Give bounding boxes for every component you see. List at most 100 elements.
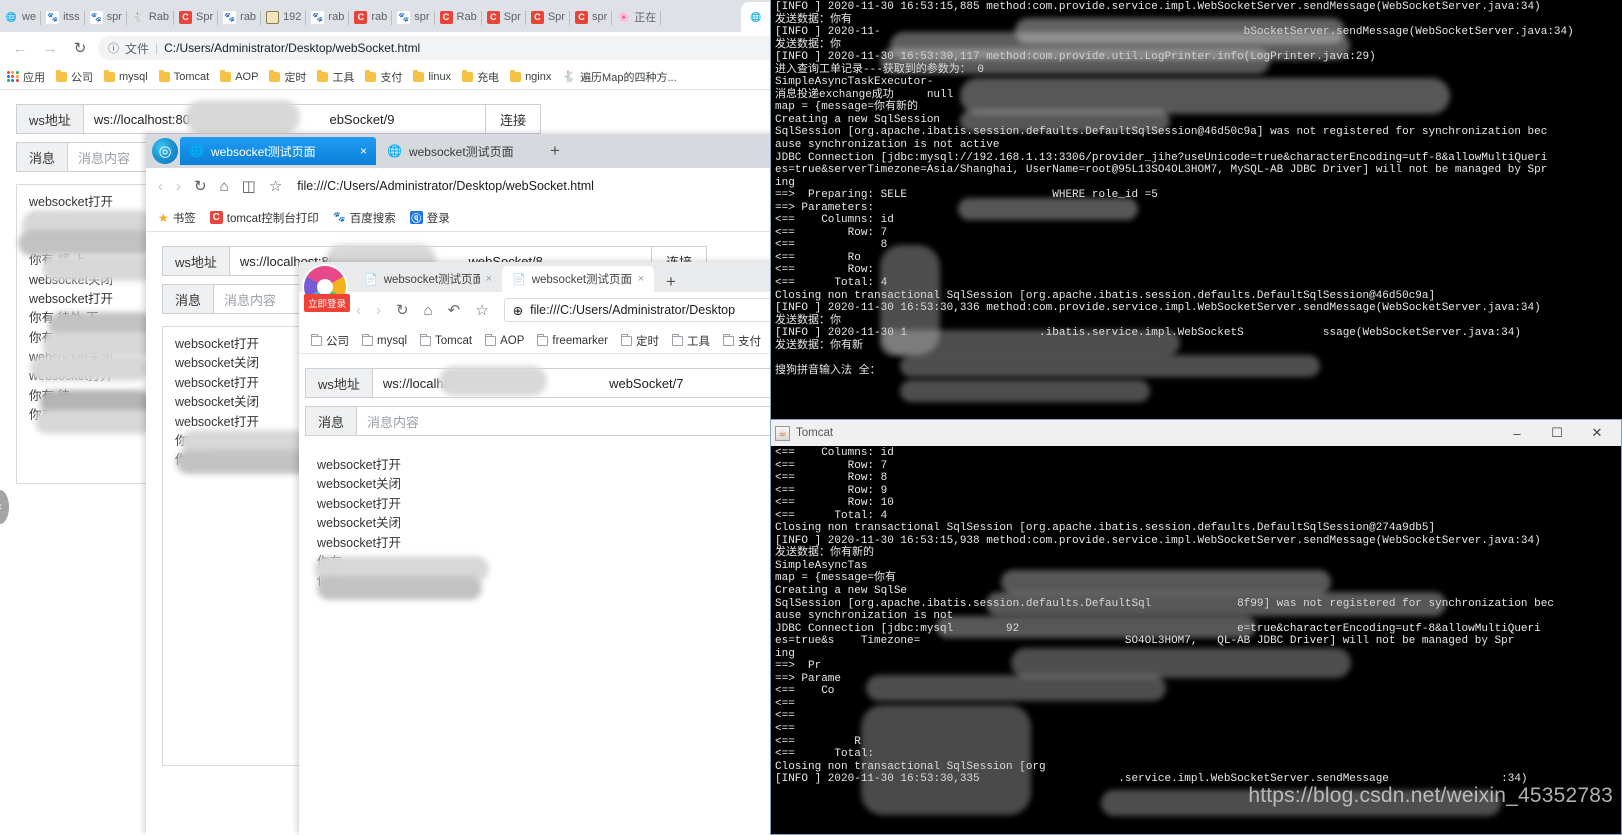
360-address-bar[interactable]: ⊕ file:///C:/Users/Administrator/Desktop [503, 298, 778, 322]
bookmark-item[interactable]: 支付 [365, 69, 402, 85]
bookmark-item[interactable]: AOP [485, 333, 524, 347]
ws-address-input[interactable]: ws://localhost:8070 ebSocket/9 [82, 104, 486, 134]
bookmark-item[interactable]: freemarker [537, 333, 608, 347]
reload-button[interactable]: ↻ [396, 301, 409, 319]
maximize-button[interactable]: ☐ [1537, 420, 1577, 446]
chrome-tab[interactable]: 🐾 spr [85, 2, 128, 32]
image-icon [266, 10, 280, 24]
bookmark-item[interactable]: mysql [104, 69, 148, 83]
chrome-tab[interactable]: Crab [349, 2, 393, 32]
favorite-star-button[interactable]: ☆ [269, 177, 282, 195]
tomcat-console-top: [INFO ] 2020-11-30 16:53:15,885 method:c… [770, 0, 1622, 419]
bookmark-item[interactable]: 定时 [621, 333, 659, 349]
bookmark-item[interactable]: ★ 书签 [158, 210, 196, 226]
csdn-c-icon: C [354, 10, 368, 24]
bookmark-item[interactable]: 公司 [311, 333, 349, 349]
forward-button[interactable]: → [38, 36, 62, 60]
reload-button[interactable]: ↻ [194, 177, 207, 195]
chrome-tab[interactable]: 🐾 rab [218, 2, 261, 32]
chrome-tab[interactable]: Cspr [570, 2, 613, 32]
bookmark-item[interactable]: 应用 [7, 69, 45, 85]
console-line: SqlSession [org.apache.ibatis.session.de… [775, 597, 1554, 610]
reload-button[interactable]: ↻ [68, 36, 92, 60]
login-button[interactable]: 立即登录 [304, 294, 351, 312]
edge-tab-inactive[interactable]: 🌐 websocket测试页面 [378, 137, 536, 165]
close-icon[interactable]: × [486, 273, 492, 285]
chrome-tab-label: Rab [148, 11, 170, 23]
scheme-label: 文件 [125, 41, 150, 56]
bookmark-item[interactable]: nginx [510, 69, 551, 83]
console-line: <== Row: 7 [775, 226, 888, 239]
reading-view-button[interactable]: ◫ [242, 177, 256, 195]
360-browser-window: 立即登录 📄 websocket测试页面 × 📄 websocket测试页面 ×… [299, 262, 805, 835]
baidu-paw-icon: 🐾 [46, 10, 60, 24]
bookmark-item[interactable]: mysql [362, 333, 408, 347]
address-bar[interactable]: ⓘ 文件 | C:/Users/Administrator/Desktop/we… [98, 36, 782, 60]
bookmark-item[interactable]: 支付 [723, 333, 761, 349]
360-tab-active[interactable]: 📄 websocket测试页面 × [502, 266, 654, 292]
log-line: 你有 [317, 554, 343, 569]
chrome-tab[interactable]: 🌸 正在 [612, 2, 662, 32]
tomcat-title-bar: ☕ Tomcat – ☐ ✕ [771, 420, 1621, 446]
console-line: ==> Preparing: SELE WHERE role_id =5 [775, 189, 1158, 202]
bookmark-item[interactable]: ⓠ 登录 [409, 210, 450, 226]
bookmark-item[interactable]: 工具 [317, 69, 354, 85]
close-icon[interactable]: × [638, 273, 644, 285]
bookmark-item[interactable]: AOP [220, 69, 259, 83]
chrome-tab[interactable]: 🐾 itss [41, 2, 85, 32]
chrome-tab[interactable]: 🐇 Rab [127, 2, 175, 32]
bookmark-item[interactable]: linux [413, 69, 451, 83]
bookmark-label: AOP [235, 70, 259, 83]
bookmark-item[interactable]: 充电 [462, 69, 499, 85]
favorite-star-button[interactable]: ☆ [475, 301, 488, 319]
back-button[interactable]: ‹ [158, 178, 163, 195]
edge-tab-strip: ◎ 🌐 websocket测试页面 × 🌐 websocket测试页面 + [146, 134, 790, 168]
bookmark-item[interactable]: Ctomcat控制台打印 [209, 210, 319, 226]
bookmark-label: mysql [377, 334, 408, 347]
forward-button[interactable]: › [176, 178, 181, 195]
chrome-tab[interactable]: C Spr [526, 2, 571, 32]
rabbitmq-icon: 🐇 [132, 11, 144, 22]
360-tab-inactive[interactable]: 📄 websocket测试页面 × [354, 266, 502, 292]
csdn-c-icon: C [486, 10, 500, 24]
bookmark-label: Tomcat [173, 70, 210, 83]
bookmark-item[interactable]: 工具 [672, 333, 710, 349]
chrome-tab[interactable]: C Rab [435, 2, 482, 32]
bookmark-item[interactable]: 🐇 遍历Map的四种方... [562, 69, 676, 85]
chrome-tab[interactable]: C Spr [482, 2, 526, 32]
ws-address-row: ws地址 ws://localhost:8070 ebSocket/9 连接 [16, 104, 541, 134]
home-button[interactable]: ⌂ [220, 178, 229, 195]
bookmark-item[interactable]: 🐾 百度搜索 [332, 210, 396, 226]
edge-toolbar: ‹ › ↻ ⌂ ◫ ☆ file:///C:/Users/Administrat… [146, 168, 790, 204]
edge-tab-active[interactable]: 🌐 websocket测试页面 × [180, 137, 376, 165]
message-input[interactable]: 消息内容 [356, 406, 805, 436]
new-tab-button[interactable]: + [538, 141, 572, 161]
minimize-button[interactable]: – [1497, 420, 1537, 446]
chrome-tab[interactable]: 🐾 rab [306, 2, 350, 32]
bookmark-item[interactable]: 定时 [269, 69, 306, 85]
new-tab-button[interactable]: + [654, 272, 688, 292]
close-button[interactable]: ✕ [1577, 420, 1617, 446]
chrome-tab[interactable]: C Spr [174, 2, 219, 32]
bookmark-item[interactable]: Tomcat [420, 333, 472, 347]
back-button[interactable]: ‹ [356, 302, 361, 319]
bookmark-item[interactable]: 公司 [56, 69, 93, 85]
console-line: 发送数据：你 [775, 314, 841, 327]
edge-address-bar-url[interactable]: file:///C:/Users/Administrator/Desktop/w… [297, 179, 594, 193]
chrome-tab[interactable]: 192 [261, 2, 307, 32]
page-icon: 📄 [512, 273, 526, 286]
forward-button[interactable]: › [376, 302, 381, 319]
bookmark-item[interactable]: Tomcat [158, 69, 210, 83]
sidebar-collapse-handle[interactable]: ‹ [0, 490, 9, 524]
connect-button[interactable]: 连接 [485, 104, 541, 134]
back-button[interactable]: ← [8, 36, 32, 60]
chrome-tab[interactable]: 🐾 spr [392, 2, 435, 32]
ws-address-input[interactable]: ws://localhost:8070/ webSocket/7 [371, 368, 805, 398]
page-info-icon[interactable]: ⓘ [108, 40, 119, 56]
folder-outline-icon [621, 333, 633, 346]
close-icon[interactable]: × [360, 144, 367, 158]
home-button[interactable]: ⌂ [424, 302, 433, 319]
chrome-tab[interactable]: 🌐 we [0, 2, 42, 32]
tomcat-window: ☕ Tomcat – ☐ ✕ <== Columns: id <== Row: 7… [770, 419, 1622, 835]
history-button[interactable]: ↶ [448, 301, 461, 319]
